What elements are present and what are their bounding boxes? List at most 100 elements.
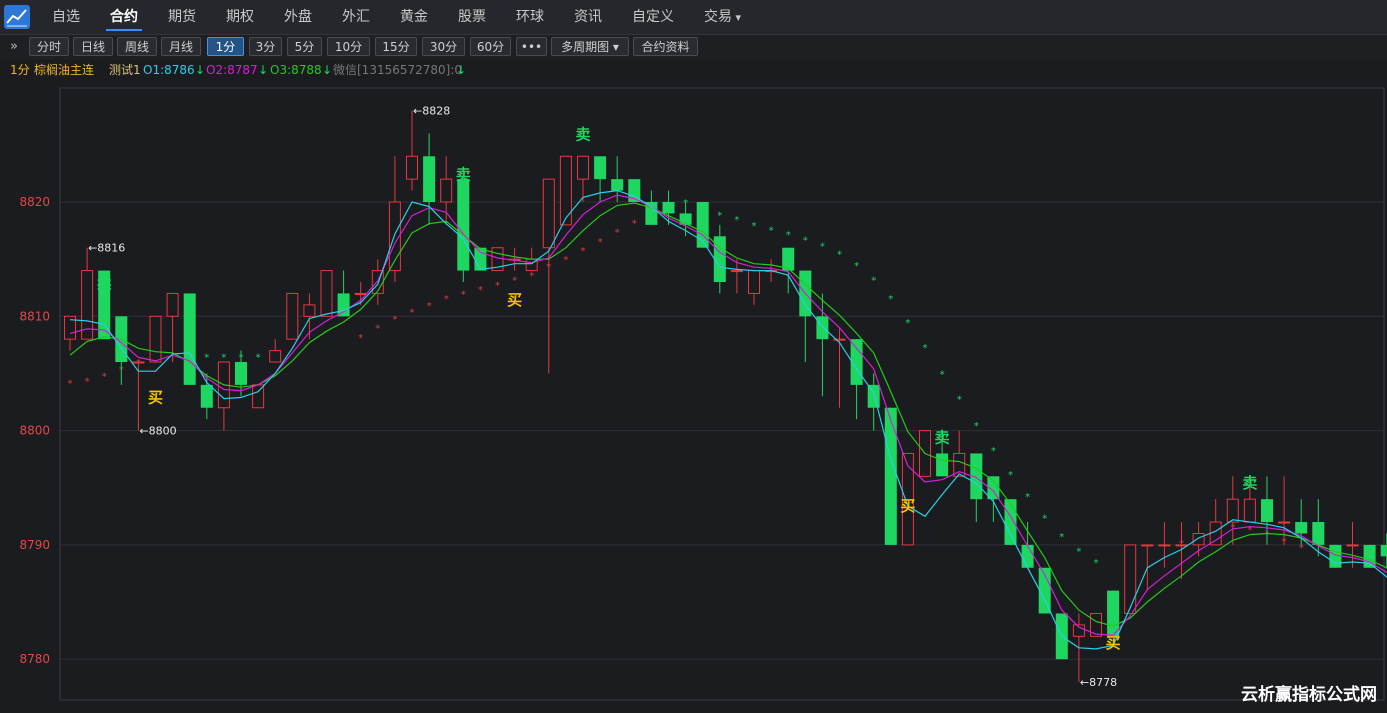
nav-item-label: 环球 [516, 9, 544, 25]
nav-item-0[interactable]: 自选 [52, 0, 80, 34]
period-button-label: 1分 [215, 40, 236, 54]
candle-body-up [166, 292, 179, 317]
o2-arrow-down-icon: ↓ [258, 63, 269, 77]
sell-signal-label: 卖 [97, 274, 112, 292]
y-tick-label: 8780 [19, 652, 50, 666]
indicator-name: 测试1 [109, 63, 141, 77]
extreme-price-label: ←8778 [1080, 676, 1117, 689]
period-button-4[interactable]: 1分 [207, 37, 244, 56]
stop-dot: * [85, 376, 90, 387]
period-button-7[interactable]: 10分 [327, 37, 370, 56]
nav-item-9[interactable]: 资讯 [574, 0, 602, 34]
candle-body-up [149, 315, 162, 363]
period-button-label: 5分 [294, 40, 315, 54]
candle-body-up [406, 155, 418, 180]
stop-dot: * [1008, 470, 1013, 481]
o2-value: O2:8787 [206, 63, 258, 77]
period-button-10[interactable]: 60分 [470, 37, 511, 56]
nav-item-4[interactable]: 外盘 [284, 0, 312, 34]
extreme-price-label: ←8800 [139, 425, 176, 438]
nav-item-1[interactable]: 合约 [106, 0, 142, 34]
period-button-13[interactable]: 合约资料 [633, 37, 698, 56]
period-button-2[interactable]: 周线 [117, 37, 157, 56]
period-button-label: 15分 [382, 40, 410, 54]
period-button-label: 月线 [168, 40, 193, 54]
period-button-label: 3分 [255, 40, 276, 54]
kline-chart[interactable]: 8780 8790 8800 8810 8820 * * * * * * * * * * * * * * * * * * * *… [0, 80, 1387, 709]
stop-dot: * [1094, 558, 1099, 569]
app-logo-icon[interactable] [4, 5, 30, 29]
stop-dot: * [871, 276, 876, 287]
nav-item-3[interactable]: 期权 [226, 0, 254, 34]
stop-dot: * [854, 261, 859, 272]
candle-body-up [320, 270, 333, 317]
candle-body-up [542, 178, 555, 249]
period-button-3[interactable]: 月线 [161, 37, 201, 56]
nav-item-6[interactable]: 黄金 [400, 0, 428, 34]
stop-dot: * [1059, 532, 1064, 543]
nav-item-10[interactable]: 自定义 [632, 0, 674, 34]
period-button-8[interactable]: 15分 [375, 37, 417, 56]
wechat-value: 微信[13156572780]:0 [333, 63, 463, 77]
sell-signal-label: 卖 [456, 165, 471, 183]
buy-signal-label: 买 [148, 388, 163, 406]
stop-dot: * [461, 289, 466, 300]
candle-body-up [1209, 521, 1222, 546]
stop-dot: * [888, 294, 893, 305]
nav-item-11[interactable]: 交易 ▾ [704, 0, 741, 34]
stop-dot: * [940, 369, 945, 380]
candle-body-down [1107, 590, 1120, 637]
kline-chart-svg[interactable]: 8780 8790 8800 8810 8820 * * * * * * * * * * * * * * * * * * * *… [0, 80, 1387, 709]
period-button-11[interactable]: ••• [516, 37, 547, 56]
candle-body-up [1158, 544, 1171, 547]
stop-dot: * [204, 352, 209, 363]
candle-body-up [1124, 544, 1137, 614]
period-button-1[interactable]: 日线 [73, 37, 113, 56]
stop-dot: * [786, 230, 791, 241]
candle-body-down [200, 384, 213, 408]
candle-body-up [559, 155, 572, 226]
nav-item-label: 交易 [704, 9, 732, 25]
nav-item-5[interactable]: 外汇 [342, 0, 370, 34]
nav-item-8[interactable]: 环球 [516, 0, 544, 34]
period-button-6[interactable]: 5分 [287, 37, 322, 56]
candle-body-up [354, 292, 367, 295]
period-button-5[interactable]: 3分 [249, 37, 282, 56]
candle-body-down [867, 384, 880, 408]
nav-item-label: 自选 [52, 9, 80, 25]
o3-arrow-down-icon: ↓ [322, 63, 333, 77]
stop-dot: * [68, 379, 73, 390]
stop-dot: * [923, 343, 928, 354]
period-button-9[interactable]: 30分 [422, 37, 465, 56]
nav-item-label: 股票 [458, 9, 486, 25]
candle-body-down [611, 179, 624, 191]
y-tick-label: 8820 [19, 195, 50, 209]
candle-body-up [1346, 544, 1359, 547]
period-button-label: 多周期图 [561, 40, 610, 54]
candle-body-down [474, 247, 487, 271]
expand-icon[interactable]: » [10, 39, 18, 54]
candle-body-down [662, 202, 675, 214]
nav-item-7[interactable]: 股票 [458, 0, 486, 34]
stop-dot: * [717, 211, 722, 222]
stop-dot: * [563, 255, 568, 266]
stop-dot: * [1042, 513, 1047, 524]
period-button-0[interactable]: 分时 [29, 37, 69, 56]
period-button-label: 10分 [334, 40, 363, 54]
candle-body-down [1380, 544, 1387, 557]
period-button-12[interactable]: 多周期图 ▾ [551, 37, 629, 56]
extreme-price-label: ←8816 [88, 242, 125, 255]
stop-dot: * [529, 271, 534, 282]
candle-body-up [577, 155, 589, 180]
chevron-down-icon: ▾ [609, 40, 619, 54]
nav-item-2[interactable]: 期货 [168, 0, 196, 34]
period-button-label: 分时 [36, 40, 61, 54]
watermark-text: 云析赢指标公式网 [1241, 685, 1377, 705]
active-tab-underline [106, 29, 142, 31]
candle-body-up [1141, 544, 1154, 547]
candle-body-up [1175, 544, 1188, 547]
candle-body-down [645, 202, 658, 225]
buy-signal-label: 买 [900, 497, 915, 515]
candle-body-up [440, 178, 453, 203]
buy-signal-label: 买 [1106, 634, 1121, 652]
